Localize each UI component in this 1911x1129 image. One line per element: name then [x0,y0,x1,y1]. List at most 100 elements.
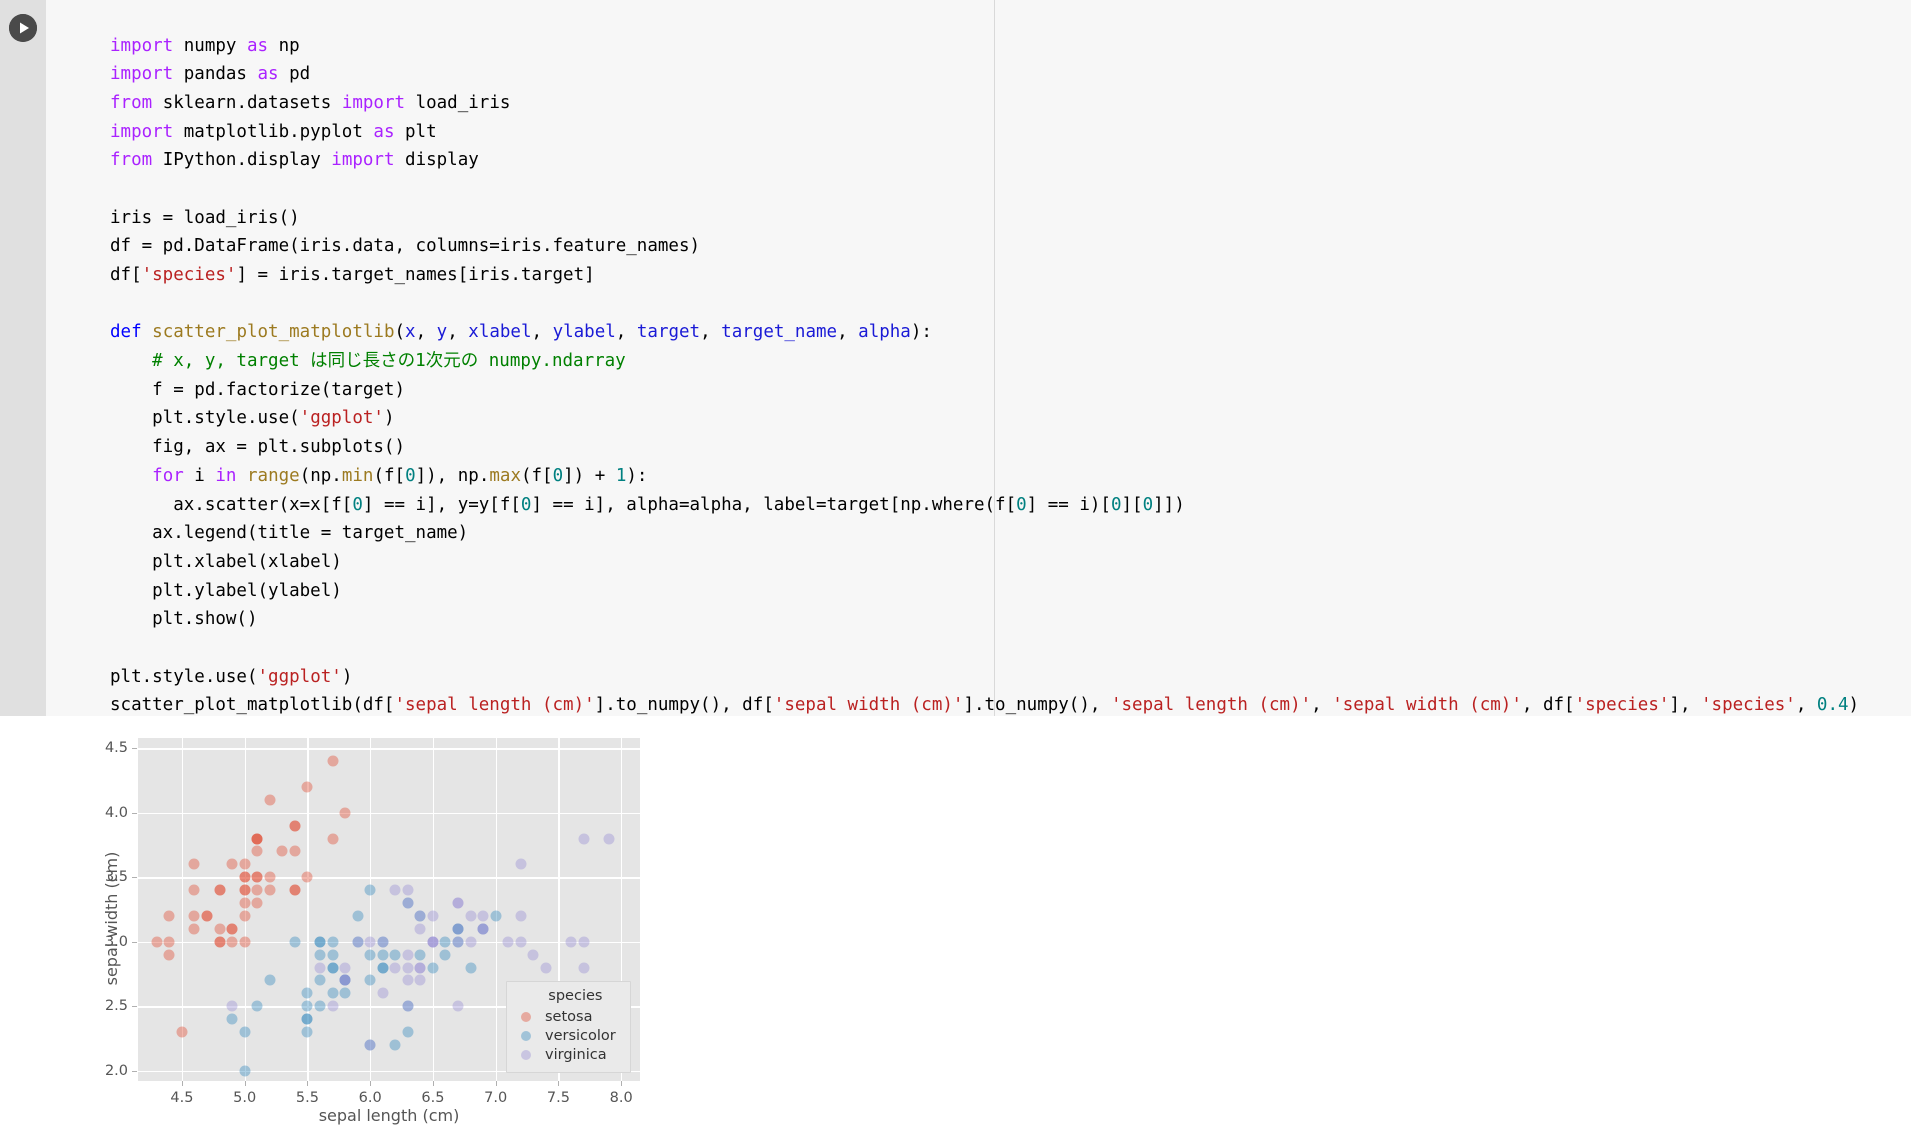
scatter-point [314,949,326,961]
scatter-point [377,949,389,961]
code-line: from IPython.display import display [110,150,479,171]
code-line: # x, y, target は同じ長さの1次元の numpy.ndarray [110,351,626,372]
scatter-point [163,936,175,948]
scatter-point [226,936,238,948]
code-line: plt.style.use('ggplot') [110,408,395,429]
scatter-point [402,949,414,961]
scatter-point [389,1039,401,1051]
play-icon [9,14,37,42]
code-line: fig, ax = plt.subplots() [110,437,406,458]
scatter-point [540,962,552,974]
scatter-point [452,936,464,948]
scatter-point [377,936,389,948]
scatter-point [314,962,326,974]
scatter-point [214,884,226,896]
scatter-point [226,923,238,935]
y-tick-label: 3.0 [104,933,128,950]
y-tick-mark [132,941,137,943]
code-line: def scatter_plot_matplotlib(x, y, xlabel… [110,322,932,343]
scatter-point [439,949,451,961]
x-tick-label: 7.5 [546,1090,570,1106]
scatter-point [301,987,313,999]
legend-entry: setosa [517,1007,616,1026]
legend-label: setosa [545,1008,593,1025]
scatter-point [414,974,426,986]
scatter-point [289,820,301,832]
scatter-point [352,936,364,948]
scatter-point [477,910,489,922]
scatter-point [402,974,414,986]
x-gridline [370,738,372,1081]
scatter-point [239,858,251,870]
scatter-point [301,781,313,793]
scatter-point [289,845,301,857]
scatter-point [439,936,451,948]
scatter-point [427,962,439,974]
scatter-point [301,871,313,883]
scatter-point [301,1013,313,1025]
python-source-code[interactable]: import numpy as np import pandas as pd fro… [110,32,1859,721]
scatter-point [502,936,514,948]
code-line: import pandas as pd [110,64,311,85]
scatter-point [239,884,251,896]
scatter-point [402,962,414,974]
scatter-point [276,845,288,857]
code-editor-area[interactable]: import numpy as np import pandas as pd fro… [46,0,1911,716]
x-tick-mark [370,1081,372,1086]
scatter-point [188,884,200,896]
y-tick-mark [132,1070,137,1072]
scatter-point [251,833,263,845]
x-tick-label: 6.5 [421,1090,445,1106]
scatter-point [402,884,414,896]
y-tick-mark [132,812,137,814]
scatter-point [251,845,263,857]
code-line: plt.xlabel(xlabel) [110,551,342,572]
scatter-point [377,962,389,974]
x-tick-label: 6.0 [358,1090,382,1106]
scatter-point [327,936,339,948]
scatter-point [364,884,376,896]
code-line: f = pd.factorize(target) [110,379,406,400]
code-line: from sklearn.datasets import load_iris [110,92,511,113]
x-tick-mark [495,1081,497,1086]
code-line: plt.style.use('ggplot') [110,666,353,687]
y-tick-label: 4.5 [104,740,128,757]
y-gridline [138,812,640,815]
scatter-point [427,910,439,922]
legend-swatch [521,1011,531,1022]
x-tick-label: 5.0 [233,1090,257,1106]
scatter-point [339,962,351,974]
scatter-point [578,833,590,845]
x-tick-mark [307,1081,309,1086]
scatter-point [163,910,175,922]
scatter-point [264,794,276,806]
scatter-point [264,974,276,986]
scatter-point [176,1026,188,1038]
scatter-point [327,755,339,767]
scatter-point [578,936,590,948]
scatter-point [188,910,200,922]
scatter-point [452,897,464,909]
code-line: plt.show() [110,609,258,630]
x-tick-mark [432,1081,434,1086]
legend-entry: versicolor [517,1026,616,1045]
scatter-point [603,833,615,845]
scatter-point [465,962,477,974]
scatter-point [327,949,339,961]
scatter-point [364,936,376,948]
scatter-point [327,1000,339,1012]
cell-gutter [0,0,46,716]
scatter-point [188,858,200,870]
scatter-point [226,1013,238,1025]
run-cell-button[interactable] [9,14,37,42]
code-line: plt.ylabel(ylabel) [110,580,342,601]
x-tick-label: 7.0 [484,1090,508,1106]
scatter-point [465,910,477,922]
scatter-point [452,923,464,935]
matplotlib-figure: sepal length (cm) sepal width (cm) 4.5 5.… [46,716,686,1129]
scatter-point [301,1000,313,1012]
scatter-point [201,910,213,922]
x-tick-label: 4.5 [170,1090,194,1106]
scatter-point [327,833,339,845]
